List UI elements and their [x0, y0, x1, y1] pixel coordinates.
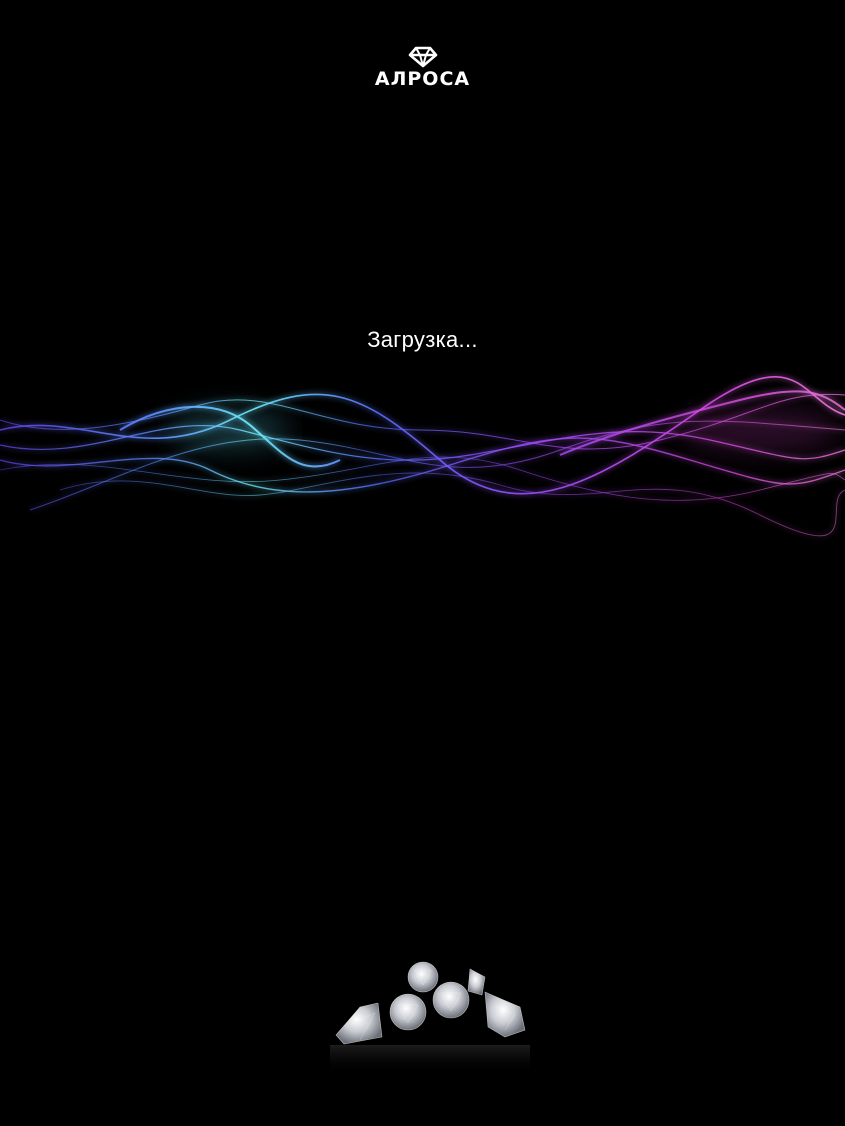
alrosa-logo: АЛРОСА — [0, 46, 845, 90]
light-wave-graphic — [0, 376, 845, 537]
splash-screen: АЛРОСА Загрузка... — [0, 0, 845, 1126]
diamonds-graphic — [330, 961, 530, 1075]
loading-label: Загрузка... — [367, 327, 478, 352]
diamond-logo-icon — [408, 46, 437, 68]
logo-wordmark: АЛРОСА — [374, 68, 471, 90]
